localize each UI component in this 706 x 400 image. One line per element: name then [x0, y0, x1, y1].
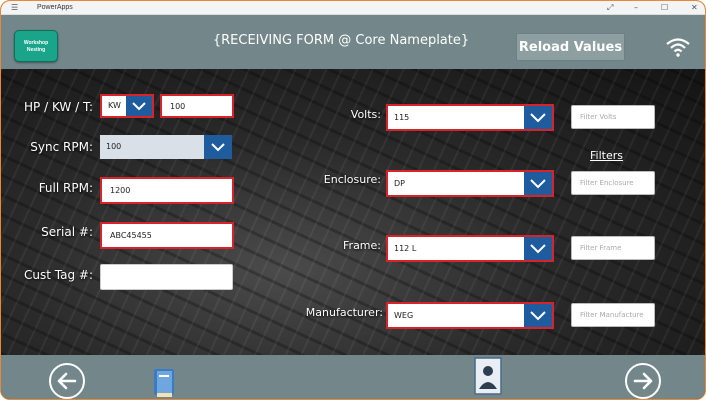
chevron-down-icon[interactable] [204, 135, 232, 159]
enclosure-value: DP [394, 179, 405, 188]
sync-rpm-dropdown[interactable]: 100 [100, 135, 232, 159]
logo-line-1: Workshop [23, 40, 49, 46]
sync-rpm-value: 100 [106, 142, 122, 151]
manufacturer-value: WEG [394, 311, 414, 320]
volts-label: Volts: [350, 108, 381, 121]
frame-label: Frame: [343, 239, 381, 252]
chevron-down-icon[interactable] [524, 106, 552, 129]
chevron-down-icon[interactable] [524, 237, 552, 260]
restore-icon[interactable]: ⤢ [607, 1, 613, 14]
footer-bar [1, 355, 705, 399]
chevron-down-icon[interactable] [524, 172, 552, 195]
enclosure-dropdown[interactable]: DP [386, 170, 554, 197]
full-rpm-input[interactable]: 1200 [100, 177, 234, 204]
filter-enclosure-input[interactable]: Filter Enclosure [571, 171, 655, 195]
manufacturer-dropdown[interactable]: WEG [386, 302, 554, 329]
logo: Workshop Nesting [14, 30, 58, 62]
hp-unit-dropdown[interactable]: KW [100, 94, 154, 118]
chevron-down-icon[interactable] [126, 96, 152, 116]
page-title: {RECEIVING FORM @ Core Nameplate} [212, 33, 470, 48]
arrow-right-icon [633, 372, 653, 390]
title-bar: ☰ PowerApps ⤢ – ☐ ✕ [1, 1, 705, 15]
enclosure-label: Enclosure: [323, 173, 381, 186]
sync-rpm-label: Sync RPM: [30, 140, 93, 154]
hp-label: HP / KW / T: [24, 100, 93, 114]
chevron-down-icon[interactable] [524, 304, 552, 327]
volts-dropdown[interactable]: 115 [386, 104, 554, 131]
maximize-icon[interactable]: ☐ [661, 1, 668, 14]
full-rpm-label: Full RPM: [38, 181, 93, 195]
frame-value: 112 L [394, 244, 417, 253]
book-icon[interactable] [151, 367, 177, 399]
header-bar: Workshop Nesting {RECEIVING FORM @ Core … [1, 15, 705, 69]
filter-manufacturer-input[interactable]: Filter Manufacture [571, 303, 655, 327]
frame-dropdown[interactable]: 112 L [386, 235, 554, 262]
hp-unit-value: KW [108, 101, 121, 110]
serial-input[interactable]: ABC45455 [100, 222, 234, 249]
cust-tag-label: Cust Tag #: [24, 268, 93, 282]
next-button[interactable] [625, 363, 661, 399]
hp-value-input[interactable]: 100 [160, 94, 234, 118]
person-document-icon[interactable] [474, 357, 502, 395]
volts-value: 115 [394, 113, 410, 122]
reload-values-button[interactable]: Reload Values [516, 33, 625, 61]
arrow-left-icon [57, 372, 77, 390]
filter-volts-input[interactable]: Filter Volts [571, 105, 655, 129]
serial-label: Serial #: [41, 225, 93, 239]
menu-icon[interactable]: ☰ [11, 1, 18, 14]
filters-heading: Filters [590, 149, 623, 162]
app-name: PowerApps [37, 4, 73, 11]
minimize-icon[interactable]: – [634, 1, 638, 14]
manufacturer-label: Manufacturer: [305, 306, 383, 319]
wifi-icon [666, 38, 690, 57]
filter-frame-input[interactable]: Filter Frame [571, 236, 655, 260]
back-button[interactable] [49, 363, 85, 399]
logo-line-2: Nesting [26, 47, 46, 53]
close-icon[interactable]: ✕ [691, 1, 698, 14]
cust-tag-input[interactable] [100, 264, 233, 290]
form-area: HP / KW / T: KW 100 Sync RPM: 100 Full R… [1, 69, 705, 355]
app-window: ☰ PowerApps ⤢ – ☐ ✕ Workshop Nesting {RE… [0, 0, 706, 400]
